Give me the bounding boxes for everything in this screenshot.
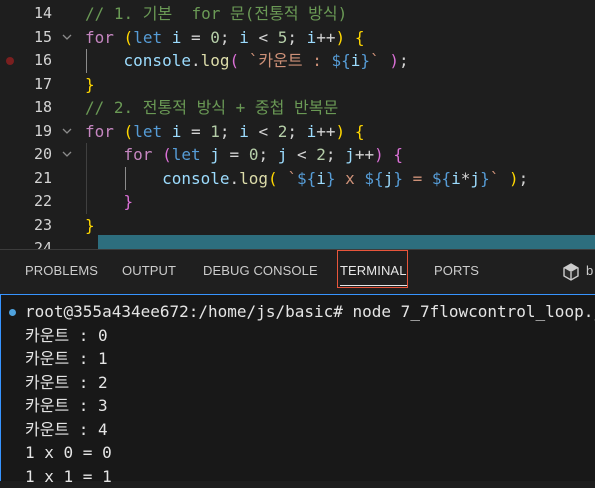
line-number[interactable]: 21 (0, 167, 52, 191)
code-text[interactable]: for (let i = 0; i < 5; i++) { (85, 26, 364, 50)
line-number[interactable]: 19 (0, 120, 52, 144)
code-text[interactable]: // 2. 전통적 방식 + 중첩 반복문 (85, 96, 338, 120)
scroll-highlight (98, 235, 595, 249)
code-text[interactable]: for (let i = 1; i < 2; i++) { (85, 120, 364, 144)
command-decoration-icon[interactable] (9, 309, 16, 316)
indent-guide (86, 143, 87, 214)
code-editor[interactable]: 14 // 1. 기본 for 문(전통적 방식) 15 for (let i = 0… (0, 0, 595, 249)
terminal-output-line: 1 x 1 = 1 (4, 465, 595, 488)
terminal-instance-name[interactable]: b (586, 250, 593, 294)
code-line[interactable]: 19 for (let i = 1; i < 2; i++) { (0, 120, 595, 144)
code-line[interactable]: 14 // 1. 기본 for 문(전통적 방식) (0, 2, 595, 26)
tab-ports[interactable]: PORTS (434, 250, 479, 294)
breakpoint-icon[interactable] (6, 57, 14, 65)
code-line[interactable]: 15 for (let i = 0; i < 5; i++) { (0, 26, 595, 50)
tab-problems[interactable]: PROBLEMS (25, 250, 98, 294)
code-text[interactable]: console.log( `${i} x ${j} = ${i*j}` ); (85, 167, 528, 191)
indent-guide (86, 49, 87, 73)
line-number[interactable]: 23 (0, 214, 52, 238)
terminal-output-line: 1 x 0 = 0 (4, 441, 595, 465)
code-line[interactable]: 22 } (0, 190, 595, 214)
code-text[interactable]: // 1. 기본 for 문(전통적 방식) (85, 2, 347, 26)
code-line[interactable]: 21 console.log( `${i} x ${j} = ${i*j}` )… (0, 167, 595, 191)
code-line[interactable]: 23} (0, 214, 595, 238)
terminal-tab-highlight (337, 250, 408, 288)
fold-chevron-icon[interactable] (62, 127, 71, 136)
terminal-shell-icon[interactable] (561, 262, 581, 282)
tab-debug-console[interactable]: DEBUG CONSOLE (203, 250, 318, 294)
fold-chevron-icon[interactable] (62, 150, 71, 159)
line-number[interactable]: 22 (0, 190, 52, 214)
terminal-output[interactable]: root@355a434ee672:/home/js/basic# node 7… (4, 300, 595, 488)
code-line[interactable]: 16 console.log( `카운트 : ${i}` ); (0, 49, 595, 73)
code-line[interactable]: 18 // 2. 전통적 방식 + 중첩 반복문 (0, 96, 595, 120)
fold-chevron-icon[interactable] (62, 33, 71, 42)
code-line[interactable]: 17} (0, 73, 595, 97)
line-number[interactable]: 24 (0, 237, 52, 249)
terminal-output-line: 카운트 : 3 (4, 394, 595, 418)
terminal-output-line: 카운트 : 2 (4, 371, 595, 395)
code-line[interactable]: 20 for (let j = 0; j < 2; j++) { (0, 143, 595, 167)
terminal-output-line: 카운트 : 4 (4, 418, 595, 442)
code-text[interactable]: console.log( `카운트 : ${i}` ); (85, 49, 409, 73)
tab-output[interactable]: OUTPUT (122, 250, 176, 294)
line-number[interactable]: 17 (0, 73, 52, 97)
code-text[interactable]: } (85, 190, 133, 214)
line-number[interactable]: 20 (0, 143, 52, 167)
terminal-output-line: 카운트 : 1 (4, 347, 595, 371)
line-number[interactable]: 18 (0, 96, 52, 120)
panel-tab-bar: PROBLEMS OUTPUT DEBUG CONSOLE TERMINAL P… (0, 250, 595, 294)
line-number[interactable]: 14 (0, 2, 52, 26)
terminal-output-line: 카운트 : 0 (4, 324, 595, 348)
code-text[interactable]: } (85, 73, 95, 97)
indent-guide (125, 167, 126, 191)
line-number[interactable]: 15 (0, 26, 52, 50)
code-text[interactable]: } (85, 214, 95, 238)
code-text[interactable]: for (let j = 0; j < 2; j++) { (85, 143, 403, 167)
terminal-command-line: root@355a434ee672:/home/js/basic# node 7… (4, 300, 595, 324)
